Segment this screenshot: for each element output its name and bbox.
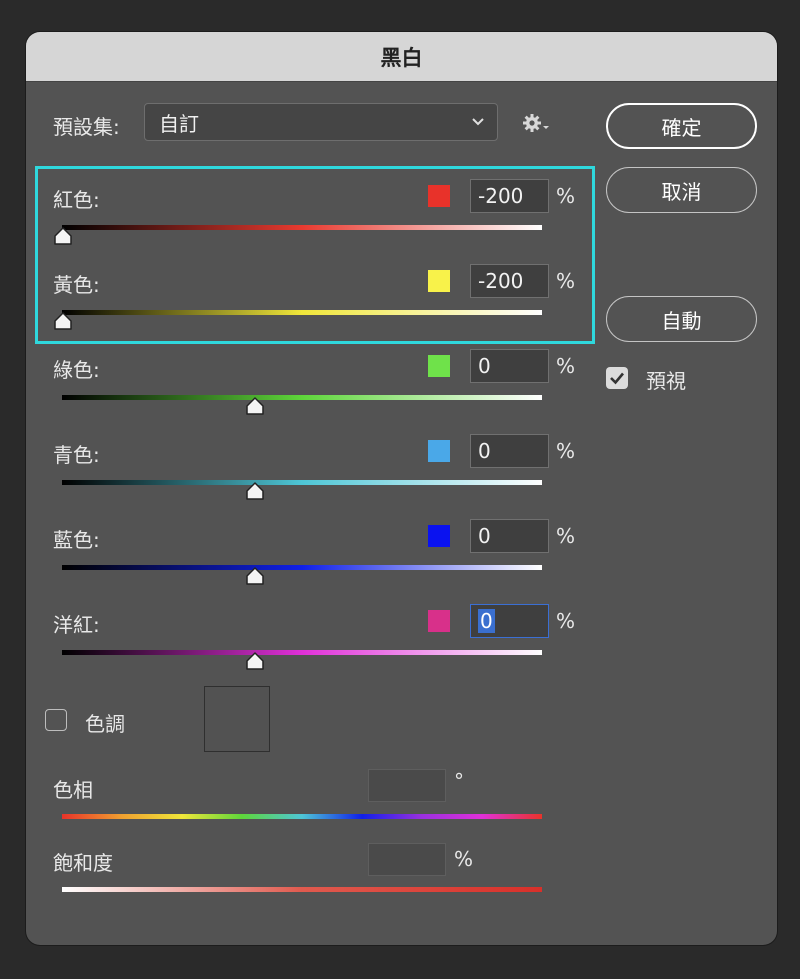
slider-label: 藍色: [53, 528, 100, 552]
dialog-title: 黑白 [380, 45, 423, 70]
slider-handle[interactable] [245, 651, 265, 671]
value-input[interactable]: 0 [470, 604, 549, 638]
slider-handle[interactable] [245, 481, 265, 501]
black-white-dialog: 黑白 預設集: 自訂 確定 取消 自動 預視 紅色: -200 % 黃色: -2… [26, 32, 777, 945]
preset-value: 自訂 [159, 111, 199, 136]
dialog-titlebar[interactable]: 黑白 [26, 32, 777, 82]
slider-track[interactable] [62, 395, 542, 400]
saturation-unit: % [454, 847, 474, 871]
value-input[interactable]: 0 [470, 349, 549, 383]
percent-unit: % [556, 524, 576, 548]
chevron-down-icon [472, 118, 484, 126]
slider-handle[interactable] [53, 226, 73, 246]
tint-color-picker[interactable] [204, 686, 270, 752]
saturation-label: 飽和度 [53, 851, 113, 875]
color-swatch [428, 185, 450, 207]
percent-unit: % [556, 439, 576, 463]
hue-label: 色相 [53, 778, 93, 802]
auto-button[interactable]: 自動 [606, 296, 757, 342]
saturation-input[interactable] [368, 843, 446, 876]
percent-unit: % [556, 184, 576, 208]
value-input[interactable]: 0 [470, 434, 549, 468]
hue-slider-track[interactable] [62, 814, 542, 819]
tint-label: 色調 [85, 712, 125, 736]
color-swatch [428, 610, 450, 632]
percent-unit: % [556, 609, 576, 633]
slider-track[interactable] [62, 650, 542, 655]
hue-input[interactable] [368, 769, 446, 802]
slider-track[interactable] [62, 480, 542, 485]
preview-checkbox[interactable] [606, 367, 628, 389]
value-input[interactable]: 0 [470, 519, 549, 553]
color-swatch [428, 440, 450, 462]
slider-label: 紅色: [53, 188, 100, 212]
color-swatch [428, 355, 450, 377]
slider-label: 黃色: [53, 273, 100, 297]
value-input[interactable]: -200 [470, 179, 549, 213]
saturation-slider-track[interactable] [62, 887, 542, 892]
slider-handle[interactable] [245, 396, 265, 416]
slider-track[interactable] [62, 565, 542, 570]
slider-label: 綠色: [53, 358, 100, 382]
slider-track[interactable] [62, 310, 542, 315]
color-swatch [428, 270, 450, 292]
percent-unit: % [556, 269, 576, 293]
value-input[interactable]: -200 [470, 264, 549, 298]
preview-label: 預視 [646, 369, 686, 393]
slider-track[interactable] [62, 225, 542, 230]
slider-label: 青色: [53, 443, 100, 467]
preset-label: 預設集: [53, 115, 120, 139]
color-swatch [428, 525, 450, 547]
ok-button[interactable]: 確定 [606, 103, 757, 149]
checkmark-icon [610, 372, 624, 385]
slider-label: 洋紅: [53, 613, 100, 637]
percent-unit: % [556, 354, 576, 378]
tint-checkbox[interactable] [45, 709, 67, 731]
gear-icon[interactable] [521, 112, 551, 136]
slider-handle[interactable] [53, 311, 73, 331]
cancel-button[interactable]: 取消 [606, 167, 757, 213]
preset-dropdown[interactable]: 自訂 [144, 103, 498, 141]
degree-unit: ° [454, 769, 464, 793]
slider-handle[interactable] [245, 566, 265, 586]
